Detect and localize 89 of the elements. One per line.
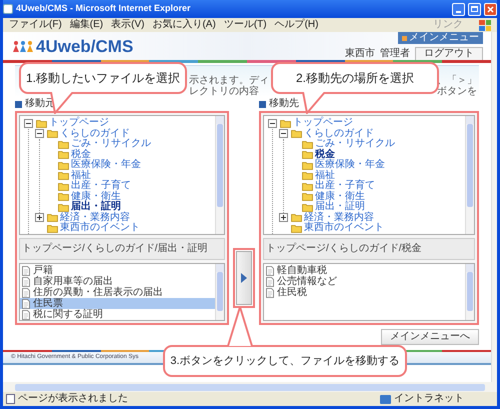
tree-item[interactable]: 福祉 — [71, 170, 91, 181]
folder-icon — [280, 118, 291, 128]
file-item[interactable]: 戸籍 — [20, 265, 215, 276]
tree-item[interactable]: 医療保険・年金 — [71, 160, 141, 170]
tree-item[interactable]: 税金 — [71, 150, 91, 160]
folder-icon — [58, 150, 69, 160]
folder-icon — [58, 160, 69, 170]
menu-item[interactable]: 編集(E) — [70, 20, 104, 30]
folder-icon — [291, 224, 302, 233]
tree-item[interactable]: トップページ — [49, 118, 109, 128]
tree-item[interactable]: くらしのガイド — [60, 128, 130, 139]
menu-item[interactable]: 表示(V) — [111, 20, 144, 30]
tree-item[interactable]: ごみ・リサイクル — [315, 139, 395, 150]
menu-item[interactable]: ツール(T) — [224, 20, 267, 30]
folder-icon — [58, 171, 69, 180]
main-menu-button[interactable]: メインメニューへ — [381, 329, 479, 345]
menu-item[interactable]: ヘルプ(H) — [274, 20, 318, 30]
section-marker-icon — [15, 100, 22, 108]
tree-item[interactable]: くらしのガイド — [304, 128, 374, 139]
section-marker-icon — [259, 100, 266, 108]
instruction-text: 、「＞」ボタンを — [437, 75, 478, 97]
organization-name: 東西市 — [345, 46, 375, 61]
collapse-icon[interactable] — [268, 118, 277, 128]
file-item[interactable]: 住民税 — [264, 287, 465, 298]
folder-icon — [58, 202, 69, 212]
tree-item[interactable]: 出産・子育て — [315, 181, 375, 192]
folder-icon — [302, 140, 313, 149]
tree-item[interactable]: 健康・衛生 — [315, 192, 365, 202]
file-item[interactable]: 自家用車等の届出 — [20, 276, 215, 287]
folder-path: トップページ/くらしのガイド/届出・証明 — [22, 244, 208, 254]
folder-icon — [291, 129, 302, 138]
section-label: 移動先 — [269, 99, 299, 109]
folder-icon — [302, 192, 313, 202]
expand-icon[interactable] — [279, 213, 288, 222]
main-menu-tab[interactable]: メインメニュー — [398, 32, 483, 44]
tree-item[interactable]: 届出・証明 — [71, 202, 121, 212]
tree-item[interactable]: 東西市のイベント — [304, 223, 384, 234]
tree-item[interactable]: 経済・業務内容 — [60, 212, 130, 223]
folder-icon — [302, 160, 313, 170]
folder-icon — [47, 213, 58, 222]
tree-item[interactable]: 届出・証明 — [315, 202, 365, 212]
minimize-icon[interactable] — [452, 2, 465, 16]
file-item[interactable]: 軽自動車税 — [264, 265, 465, 276]
intranet-icon — [380, 394, 391, 404]
expand-icon[interactable] — [35, 213, 44, 222]
folder-icon — [302, 171, 313, 180]
tree-item[interactable]: 税金 — [315, 150, 335, 160]
folder-icon — [302, 150, 313, 160]
people-logo-icon — [13, 40, 33, 52]
user-name: 管理者 — [380, 46, 410, 61]
tree-item[interactable]: 経済・業務内容 — [304, 212, 374, 223]
logo: 4Uweb/CMS — [36, 38, 134, 54]
tree-item[interactable]: 福祉 — [315, 170, 335, 181]
folder-icon — [302, 182, 313, 191]
tree-item[interactable]: 出産・子育て — [71, 181, 131, 192]
file-item[interactable]: 公売情報など — [264, 276, 465, 287]
arrow-right-icon — [241, 273, 247, 283]
file-item[interactable]: 住民票 — [20, 298, 215, 309]
folder-icon — [291, 213, 302, 222]
instruction-text: 示されます。ディレクトリの内容 — [189, 75, 269, 97]
folder-icon — [47, 129, 58, 138]
folder-icon — [302, 202, 313, 212]
maximize-icon[interactable] — [468, 2, 481, 16]
file-item[interactable]: 税に関する証明 — [20, 309, 215, 320]
file-item[interactable]: 住所の異動・住居表示の届出 — [20, 287, 215, 298]
folder-icon — [47, 224, 58, 233]
close-icon[interactable] — [484, 2, 497, 16]
logout-button[interactable]: ログアウト — [415, 46, 483, 60]
tree-item[interactable]: ごみ・リサイクル — [71, 139, 151, 150]
window-title: 4Uweb/CMS - Microsoft Internet Explorer — [16, 2, 192, 16]
zone-label: イントラネット — [394, 394, 465, 404]
tree-item[interactable]: 東西市のイベント — [60, 223, 140, 234]
collapse-icon[interactable] — [24, 118, 33, 128]
tree-item[interactable]: 医療保険・年金 — [315, 160, 385, 170]
folder-icon — [58, 182, 69, 191]
collapse-icon[interactable] — [35, 129, 44, 138]
menu-item[interactable]: お気に入り(A) — [152, 20, 216, 30]
browser-icon — [3, 4, 13, 14]
folder-icon — [36, 118, 47, 128]
status-message: ページが表示されました — [18, 394, 129, 404]
page-icon — [6, 394, 15, 404]
menu-item[interactable]: ファイル(F) — [9, 20, 62, 30]
tree-item[interactable]: トップページ — [293, 118, 353, 128]
folder-icon — [58, 192, 69, 202]
windows-logo-icon — [479, 20, 491, 30]
collapse-icon[interactable] — [279, 129, 288, 138]
folder-icon — [58, 140, 69, 149]
tree-item[interactable]: 健康・衛生 — [71, 192, 121, 202]
folder-path: トップページ/くらしのガイド/税金 — [266, 244, 422, 254]
